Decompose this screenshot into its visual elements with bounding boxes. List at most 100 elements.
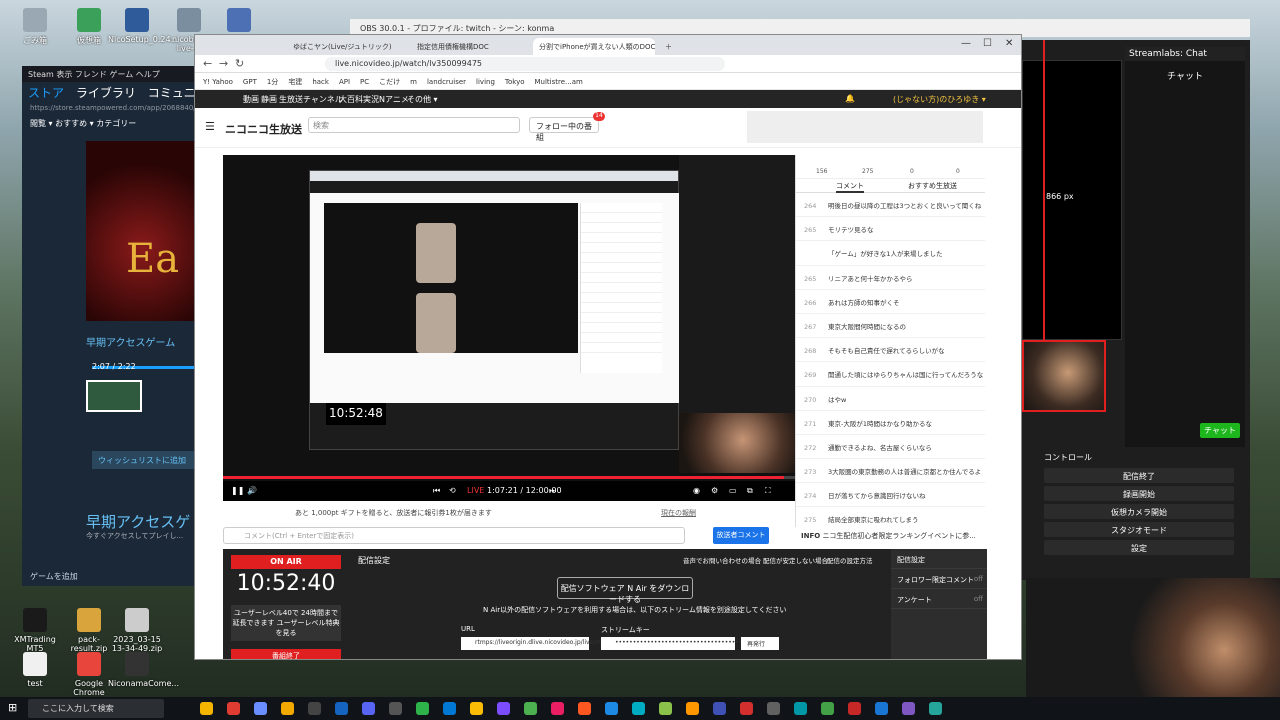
taskbar-app-icon[interactable]: [524, 702, 537, 715]
desktop-icon[interactable]: 2023_03-15 13-34-49.zip: [108, 608, 166, 653]
desktop-icon[interactable]: NicoSetup_0.24...: [108, 8, 178, 44]
browser-tab[interactable]: ゆばこヤン(Live/ジュトリック): [287, 38, 405, 55]
bookmark-item[interactable]: living: [476, 78, 495, 86]
bookmark-item[interactable]: GPT: [243, 78, 257, 86]
bookmark-item[interactable]: API: [339, 78, 350, 86]
reload-icon[interactable]: ↻: [235, 57, 244, 70]
comment-row[interactable]: 269 開通した頃にはゆらりちゃんは国に行ってんだろうな: [796, 362, 985, 387]
video-player[interactable]: 10:52:48 ❚❚ 🔊 ⏮ ⟲ LIVE 1:07:21 / 12:00:0…: [223, 155, 795, 501]
taskbar-app-icon[interactable]: [470, 702, 483, 715]
user-menu[interactable]: (じゃない方)のひろゆき ▾: [893, 94, 986, 105]
taskbar-app-icon[interactable]: [659, 702, 672, 715]
add-game-button[interactable]: ゲームを追加: [22, 571, 86, 582]
steam-window[interactable]: Steam 表示 フレンド ゲーム ヘルプ ストア ライブラリ コミュニティ h…: [22, 66, 198, 586]
new-tab-icon[interactable]: ＋: [659, 38, 678, 55]
nav-item[interactable]: 静画: [261, 94, 277, 105]
gift-reward-link[interactable]: 現在の報酬: [661, 508, 696, 518]
comment-row[interactable]: 272 通勤できるよね、名古屋くらいなら: [796, 435, 985, 460]
side-broadcast-settings[interactable]: 配信設定: [891, 549, 987, 569]
nav-item[interactable]: 実況: [363, 94, 379, 105]
start-icon[interactable]: ⊞: [8, 701, 17, 714]
taskbar-app-icon[interactable]: [389, 702, 402, 715]
bell-icon[interactable]: 🔔: [845, 94, 855, 103]
comment-row[interactable]: 270 はやw: [796, 387, 985, 411]
taskbar-app-icon[interactable]: [713, 702, 726, 715]
nav-item[interactable]: 大百科: [339, 94, 363, 105]
steam-thumbnail[interactable]: [86, 380, 142, 412]
taskbar-app-icon[interactable]: [497, 702, 510, 715]
help-link[interactable]: 音声でお問い合わせの場合: [683, 555, 761, 565]
taskbar-app-icon[interactable]: [605, 702, 618, 715]
obs-camera-source[interactable]: [1022, 340, 1106, 412]
info-text[interactable]: ニコ生配信初心者限定ランキングイベントに参...: [822, 532, 975, 540]
stream-url-field[interactable]: rtmps://liveorigin.dlive.nicovideo.jp/li…: [461, 637, 611, 650]
chat-button[interactable]: チャット: [1200, 423, 1240, 438]
back-icon[interactable]: ←: [203, 57, 212, 70]
steam-subnav[interactable]: 閲覧 ▾ おすすめ ▾ カテゴリー: [22, 114, 198, 133]
taskbar-app-icon[interactable]: [632, 702, 645, 715]
maximize-icon[interactable]: ☐: [983, 38, 992, 49]
desktop-icon[interactable]: test: [6, 652, 64, 688]
stop-stream-button[interactable]: 配信終了: [1044, 468, 1234, 483]
taskbar-app-icon[interactable]: [875, 702, 888, 715]
bookmark-item[interactable]: hack: [312, 78, 329, 86]
settings-button[interactable]: 設定: [1044, 540, 1234, 555]
close-icon[interactable]: ✕: [1005, 38, 1013, 49]
nav-item[interactable]: 生放送: [279, 94, 303, 105]
pause-icon[interactable]: ❚❚: [231, 486, 244, 495]
nav-item[interactable]: チャンネル: [303, 94, 343, 105]
taskbar-app-icon[interactable]: [200, 702, 213, 715]
taskbar-app-icon[interactable]: [740, 702, 753, 715]
comment-row[interactable]: 273 3大阪圏の東京勤務の人は普通に京都とか住んでるよ: [796, 459, 985, 484]
nav-item[interactable]: Nアニメ: [379, 94, 409, 105]
bookmark-item[interactable]: 1分: [267, 78, 278, 86]
desktop-icon[interactable]: NiconamaCome...: [108, 652, 179, 688]
bookmark-item[interactable]: Multistre...am: [535, 78, 583, 86]
follow-programs-button[interactable]: フォロー中の番組: [529, 117, 599, 142]
forward-icon[interactable]: →: [219, 57, 228, 70]
bookmark-item[interactable]: landcruiser: [427, 78, 466, 86]
comment-row[interactable]: 266 あれは方師の知事がくそ: [796, 290, 985, 314]
side-follower-only-comment[interactable]: フォロワー限定コメント off: [891, 569, 987, 589]
start-recording-button[interactable]: 録画開始: [1044, 486, 1234, 501]
taskbar-app-icon[interactable]: [308, 702, 321, 715]
comment-row[interactable]: 271 東京-大阪が1時間はかなり助かるな: [796, 411, 985, 435]
comment-row[interactable]: 265 モリテツ見るな: [796, 217, 985, 242]
comment-toggle-icon[interactable]: ◉: [693, 486, 700, 495]
nav-item[interactable]: その他 ▾: [407, 94, 438, 105]
nav-item[interactable]: 動画: [243, 94, 259, 105]
download-nair-button[interactable]: 配信ソフトウェア N Air をダウンロードする: [557, 577, 693, 604]
replay-icon[interactable]: ⟲: [449, 486, 456, 495]
nico-logo[interactable]: ニコニコ生放送: [225, 121, 302, 137]
bookmark-item[interactable]: 宅建: [288, 78, 302, 86]
tab-recommended[interactable]: おすすめ生放送: [908, 181, 957, 191]
wishlist-button[interactable]: ウィッシュリストに追加: [92, 451, 198, 469]
taskbar-app-icon[interactable]: [335, 702, 348, 715]
menu-icon[interactable]: ☰: [205, 120, 215, 133]
bookmark-item[interactable]: m: [410, 78, 417, 86]
taskbar-app-icon[interactable]: [416, 702, 429, 715]
user-level-notice[interactable]: ユーザーレベル40で 24時間まで延長できます ユーザーレベル特典を見る: [231, 605, 341, 641]
taskbar-app-icon[interactable]: [686, 702, 699, 715]
skip-back-icon[interactable]: ⏮: [433, 486, 440, 496]
bookmark-item[interactable]: Tokyo: [505, 78, 525, 86]
bookmark-item[interactable]: Y! Yahoo: [203, 78, 233, 86]
end-program-button[interactable]: 番組終了: [231, 649, 341, 659]
taskbar-app-icon[interactable]: [281, 702, 294, 715]
help-link[interactable]: 配信が安定しない場合: [763, 555, 828, 565]
comment-input[interactable]: コメント(Ctrl + Enterで固定表示): [223, 527, 685, 544]
steam-tab-store[interactable]: ストア: [28, 86, 64, 100]
taskbar-app-icon[interactable]: [848, 702, 861, 715]
taskbar-search[interactable]: ここに入力して検索: [28, 699, 164, 718]
theater-icon[interactable]: ▭: [729, 486, 737, 495]
seek-bar[interactable]: [223, 476, 795, 479]
taskbar-app-icon[interactable]: [254, 702, 267, 715]
taskbar-app-icon[interactable]: [443, 702, 456, 715]
fullscreen-icon[interactable]: ⛶: [765, 486, 771, 496]
comment-row[interactable]: 274 日が落ちてから意識回行けないね: [796, 483, 985, 508]
skip-forward-icon[interactable]: ⏭: [549, 486, 556, 496]
start-virtual-camera-button[interactable]: 仮想カメラ開始: [1044, 504, 1234, 519]
side-survey[interactable]: アンケート off: [891, 589, 987, 609]
comment-row[interactable]: 264 明後日の昼以降の工程は3つとおくと良いって聞くね: [796, 193, 985, 218]
broadcaster-comment-button[interactable]: 放送者コメント: [713, 527, 769, 544]
